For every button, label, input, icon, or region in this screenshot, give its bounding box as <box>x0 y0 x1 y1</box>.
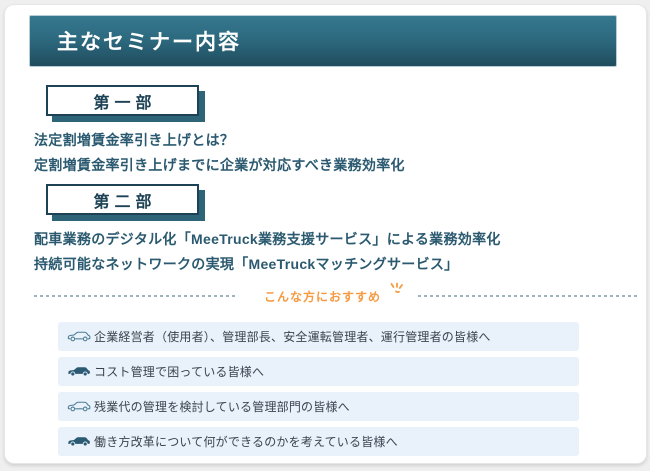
dashed-line-left <box>34 295 238 297</box>
recommend-divider: こんな方におすすめ <box>34 282 640 305</box>
recommend-heading: こんな方におすすめ <box>264 289 382 304</box>
list-item-label: 企業経営者（使用者）、管理部長、安全運転管理者、運行管理者の皆様へ <box>94 330 491 344</box>
car-outline-icon <box>67 399 91 414</box>
part1-line2: 定割増賃金率引き上げまでに企業が対応すべき業務効率化 <box>34 157 405 173</box>
part1-badge-label: 第一部 <box>93 94 157 112</box>
car-filled-icon <box>67 364 91 379</box>
part1-badge: 第一部 <box>46 85 199 116</box>
recommend-list: 企業経営者（使用者）、管理部長、安全運転管理者、運行管理者の皆様へ コスト管理で… <box>58 322 579 456</box>
list-item: 働き方改革について何ができるのかを考えている皆様へ <box>58 427 579 456</box>
part2-line1: 配車業務のデジタル化「MeeTruck業務支援サービス」による業務効率化 <box>34 231 501 247</box>
part2-line2: 持続可能なネットワークの実現「MeeTruckマッチングサービス」 <box>34 256 459 272</box>
section-header: 主なセミナー内容 <box>29 15 617 67</box>
list-item: 企業経営者（使用者）、管理部長、安全運転管理者、運行管理者の皆様へ <box>58 322 579 351</box>
car-filled-icon <box>67 434 91 449</box>
part1-description: 法定割増賃金率引き上げとは？ 定割増賃金率引き上げまでに企業が対応すべき業務効率… <box>34 128 646 178</box>
list-item-label: コスト管理で困っている皆様へ <box>94 365 265 379</box>
list-item: コスト管理で困っている皆様へ <box>58 357 579 386</box>
page-title: 主なセミナー内容 <box>57 31 241 54</box>
part2-badge-label: 第二部 <box>93 193 157 211</box>
part1-line1: 法定割増賃金率引き上げとは？ <box>34 132 235 148</box>
sparkle-icon <box>389 282 404 300</box>
part2-description: 配車業務のデジタル化「MeeTruck業務支援サービス」による業務効率化 持続可… <box>34 227 646 277</box>
car-outline-icon <box>67 329 91 344</box>
dashed-line-right <box>418 295 640 297</box>
content-card: 主なセミナー内容 第一部 法定割増賃金率引き上げとは？ 定割増賃金率引き上げまで… <box>4 4 647 464</box>
list-item-label: 残業代の管理を検討している管理部門の皆様へ <box>94 400 350 414</box>
list-item: 残業代の管理を検討している管理部門の皆様へ <box>58 392 579 421</box>
list-item-label: 働き方改革について何ができるのかを考えている皆様へ <box>94 435 398 449</box>
part2-badge: 第二部 <box>46 184 199 215</box>
